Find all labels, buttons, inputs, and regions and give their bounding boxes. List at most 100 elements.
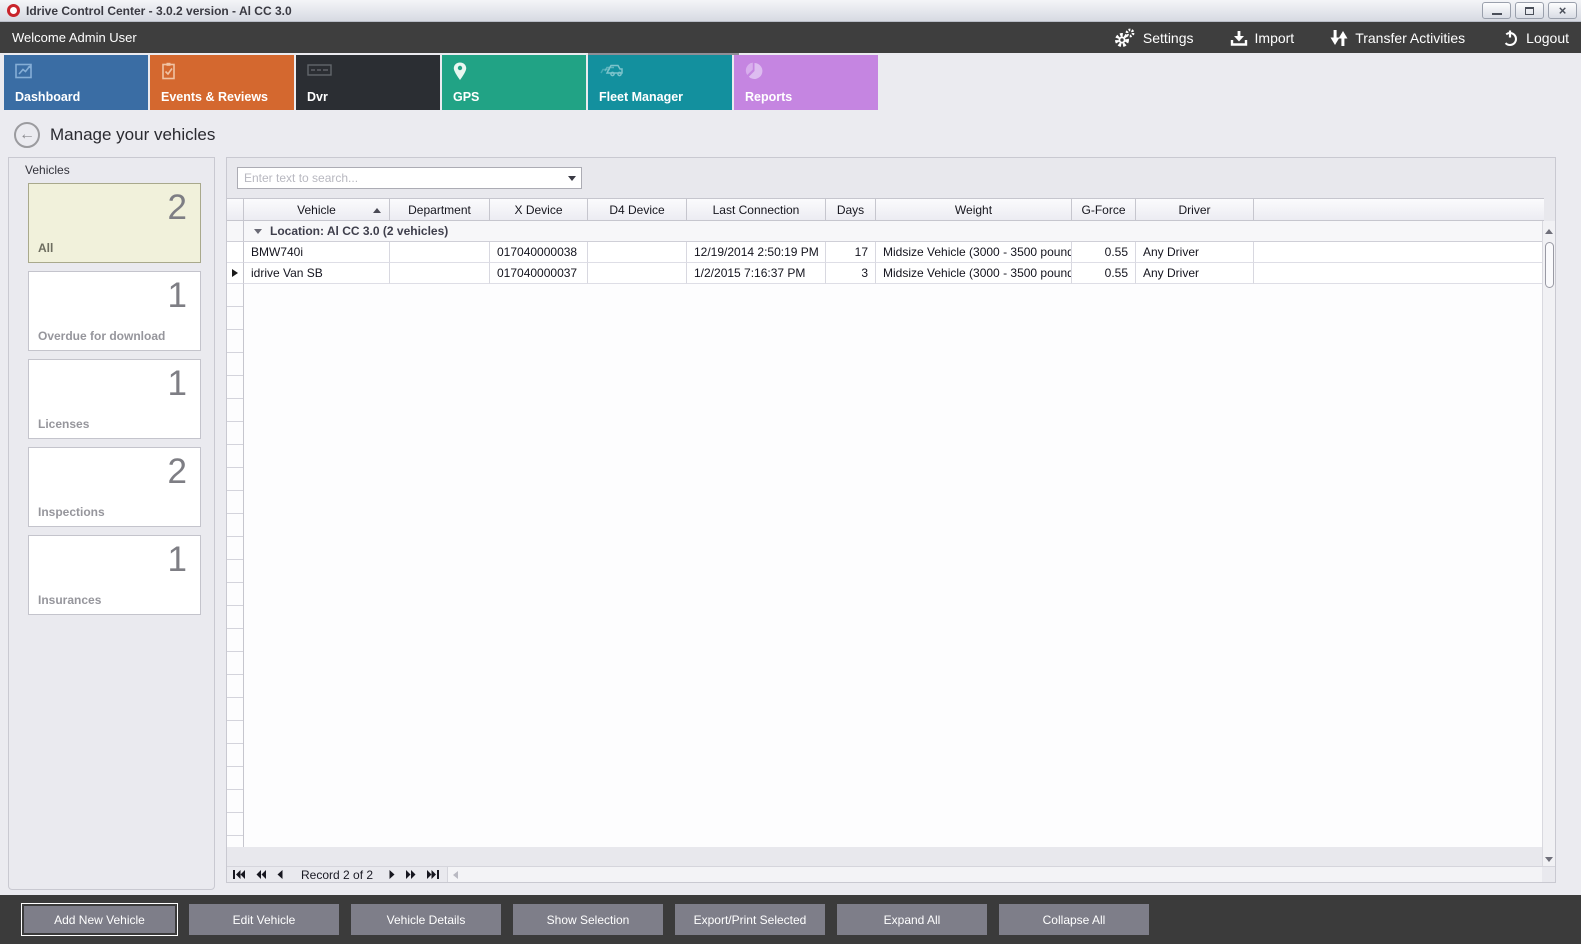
sort-ascending-icon — [373, 208, 381, 213]
show-selection-button[interactable]: Show Selection — [513, 904, 663, 935]
minimize-button[interactable] — [1482, 2, 1511, 19]
column-header-x-device-label: X Device — [514, 203, 562, 217]
expand-all-button[interactable]: Expand All — [837, 904, 987, 935]
row-indicator-cell — [227, 263, 244, 284]
filter-card-overdue-label: Overdue for download — [38, 329, 165, 343]
vertical-scrollbar-thumb[interactable] — [1545, 242, 1554, 288]
cell-d4-device — [588, 263, 687, 284]
column-header-driver[interactable]: Driver — [1136, 199, 1254, 220]
column-header-filler — [1254, 199, 1544, 220]
filter-card-all[interactable]: 2 All — [28, 183, 201, 263]
tab-fleet-manager-label: Fleet Manager — [599, 90, 683, 104]
clipboard-check-icon — [161, 62, 294, 80]
scrollbar-corner — [1542, 867, 1555, 882]
map-pin-icon — [453, 62, 586, 81]
cell-x-device: 017040000037 — [490, 263, 588, 284]
logout-button[interactable]: Logout — [1501, 29, 1569, 47]
column-header-driver-label: Driver — [1179, 203, 1211, 217]
filter-card-overdue[interactable]: 1 Overdue for download — [28, 271, 201, 351]
column-header-days[interactable]: Days — [826, 199, 876, 220]
grid-pager: Record 2 of 2 — [227, 866, 1555, 882]
previous-record-button[interactable] — [277, 870, 283, 879]
tab-events-reviews-label: Events & Reviews — [161, 90, 268, 104]
filter-card-inspections[interactable]: 2 Inspections — [28, 447, 201, 527]
tab-events-reviews[interactable]: Events & Reviews — [150, 55, 294, 110]
table-row[interactable]: idrive Van SB 017040000037 1/2/2015 7:16… — [227, 263, 1544, 284]
maximize-button[interactable] — [1515, 2, 1544, 19]
vehicle-details-button[interactable]: Vehicle Details — [351, 904, 501, 935]
tab-gps[interactable]: GPS — [442, 55, 586, 110]
filter-card-overdue-count: 1 — [168, 278, 187, 313]
chevron-down-icon — [568, 176, 576, 181]
column-header-weight[interactable]: Weight — [876, 199, 1072, 220]
import-button[interactable]: Import — [1230, 29, 1295, 47]
welcome-text: Welcome Admin User — [12, 30, 137, 45]
scroll-left-icon[interactable] — [453, 871, 458, 879]
filter-card-insurances[interactable]: 1 Insurances — [28, 535, 201, 615]
current-row-icon — [232, 269, 238, 277]
cell-days: 3 — [826, 263, 876, 284]
vehicles-sidebar: Vehicles 2 All 1 Overdue for download 1 … — [8, 157, 215, 890]
module-tabs: Dashboard Events & Reviews Dvr — [0, 53, 1581, 112]
back-button[interactable]: ← — [14, 122, 40, 148]
horizontal-scrollbar[interactable] — [447, 867, 1542, 882]
column-header-d4-device[interactable]: D4 Device — [588, 199, 687, 220]
cell-last-connection: 12/19/2014 2:50:19 PM — [687, 242, 826, 263]
scroll-up-icon[interactable] — [1545, 229, 1553, 234]
previous-page-button[interactable] — [256, 870, 266, 879]
group-row-label: Location: Al CC 3.0 (2 vehicles) — [270, 224, 448, 238]
transfer-activities-button[interactable]: Transfer Activities — [1330, 28, 1465, 48]
next-record-button[interactable] — [389, 870, 395, 879]
collapse-group-icon[interactable] — [254, 229, 262, 234]
last-record-button[interactable] — [427, 870, 439, 879]
cell-department — [390, 242, 490, 263]
first-record-button[interactable] — [233, 870, 245, 879]
export-print-selected-button[interactable]: Export/Print Selected — [675, 904, 825, 935]
column-header-d4-device-label: D4 Device — [609, 203, 664, 217]
group-row-indicator — [227, 221, 244, 241]
grid-header-row: Vehicle Department X Device D4 Device La… — [227, 198, 1544, 221]
cell-weight: Midsize Vehicle (3000 - 3500 pounds) — [876, 242, 1072, 263]
tab-gps-label: GPS — [453, 90, 479, 104]
group-row-location[interactable]: Location: Al CC 3.0 (2 vehicles) — [227, 221, 1544, 242]
filter-card-insurances-count: 1 — [168, 542, 187, 577]
tab-fleet-manager[interactable]: Fleet Manager — [588, 55, 732, 110]
table-row[interactable]: BMW740i 017040000038 12/19/2014 2:50:19 … — [227, 242, 1544, 263]
column-header-weight-label: Weight — [955, 203, 992, 217]
edit-vehicle-button[interactable]: Edit Vehicle — [189, 904, 339, 935]
cell-driver: Any Driver — [1136, 263, 1254, 284]
tab-dashboard[interactable]: Dashboard — [4, 55, 148, 110]
scroll-down-icon[interactable] — [1545, 857, 1553, 862]
gear-icon — [1112, 28, 1136, 48]
column-header-last-connection[interactable]: Last Connection — [687, 199, 826, 220]
column-header-department[interactable]: Department — [390, 199, 490, 220]
add-new-vehicle-button[interactable]: Add New Vehicle — [22, 904, 177, 935]
power-icon — [1501, 29, 1519, 47]
cell-g-force: 0.55 — [1072, 242, 1136, 263]
vertical-scrollbar[interactable] — [1542, 221, 1555, 868]
cell-department — [390, 263, 490, 284]
filter-card-all-count: 2 — [168, 190, 187, 225]
window-title-bar: Idrive Control Center - 3.0.2 version - … — [0, 0, 1581, 22]
next-page-button[interactable] — [406, 870, 416, 879]
column-header-vehicle[interactable]: Vehicle — [244, 199, 390, 220]
filter-card-licenses-label: Licenses — [38, 417, 89, 431]
collapse-all-button[interactable]: Collapse All — [999, 904, 1149, 935]
import-label: Import — [1255, 30, 1295, 46]
close-button[interactable]: × — [1548, 2, 1577, 19]
row-indicator-column — [227, 284, 244, 847]
search-dropdown-button[interactable] — [563, 168, 581, 188]
cell-filler — [1254, 263, 1544, 284]
filter-card-licenses[interactable]: 1 Licenses — [28, 359, 201, 439]
tab-dvr[interactable]: Dvr — [296, 55, 440, 110]
search-input[interactable] — [238, 171, 563, 185]
app-logo-icon — [7, 4, 20, 17]
column-header-x-device[interactable]: X Device — [490, 199, 588, 220]
column-header-g-force[interactable]: G-Force — [1072, 199, 1136, 220]
tab-reports[interactable]: Reports — [734, 55, 878, 110]
back-arrow-icon: ← — [19, 126, 35, 144]
settings-button[interactable]: Settings — [1112, 28, 1194, 48]
cell-d4-device — [588, 242, 687, 263]
tab-reports-label: Reports — [745, 90, 792, 104]
chart-line-icon — [15, 62, 148, 80]
